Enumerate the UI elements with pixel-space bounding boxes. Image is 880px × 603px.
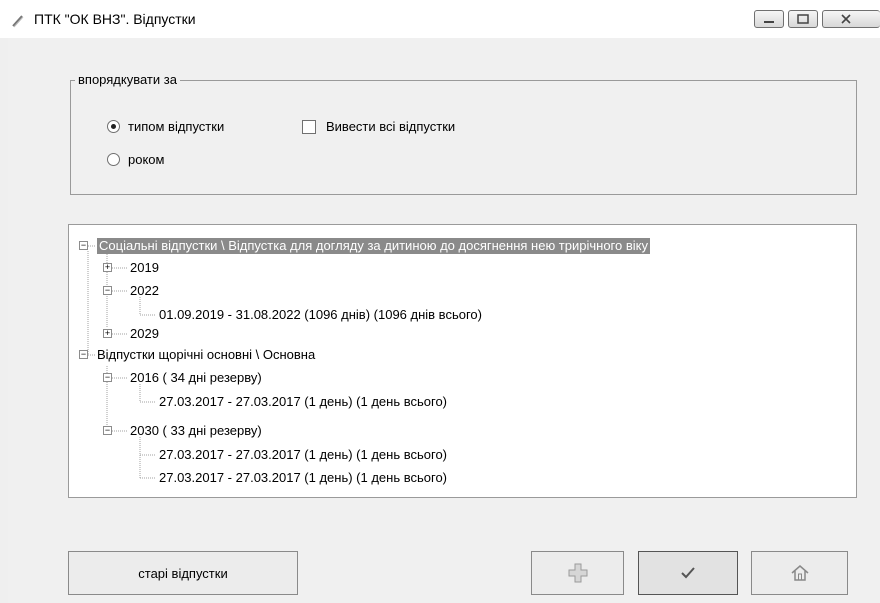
maximize-button[interactable] — [788, 10, 818, 28]
close-icon — [841, 14, 851, 24]
tree-node-year[interactable]: 2029 — [130, 326, 159, 342]
app-icon — [12, 15, 24, 28]
radio-by-type-indicator[interactable] — [107, 120, 120, 133]
home-icon — [791, 565, 808, 581]
tree-node-leave-period[interactable]: 01.09.2019 - 31.08.2022 (1096 днів) (109… — [159, 307, 482, 323]
plus-icon — [568, 563, 587, 583]
show-all-checkbox[interactable]: Вивести всі відпустки — [302, 119, 455, 134]
ok-button[interactable] — [638, 551, 738, 595]
tree-collapse-toggle[interactable]: − — [79, 241, 88, 250]
radio-by-type[interactable]: типом відпустки — [107, 119, 224, 134]
close-button[interactable] — [822, 10, 880, 28]
add-button[interactable] — [531, 551, 624, 595]
home-button[interactable] — [751, 551, 848, 595]
tree-collapse-toggle[interactable]: − — [103, 426, 112, 435]
tree-node-year[interactable]: 2022 — [130, 283, 159, 299]
radio-by-year-indicator[interactable] — [107, 153, 120, 166]
app-window: ПТК "ОК ВНЗ". Відпустки впорядкувати за … — [0, 0, 880, 603]
radio-by-year-label: роком — [128, 152, 165, 167]
show-all-label: Вивести всі відпустки — [326, 119, 456, 134]
checkmark-icon — [681, 567, 695, 579]
tree-expand-toggle[interactable]: + — [103, 263, 112, 272]
radio-by-year[interactable]: роком — [107, 152, 164, 167]
tree-collapse-toggle[interactable]: − — [103, 286, 112, 295]
tree-node-leave-period[interactable]: 27.03.2017 - 27.03.2017 (1 день) (1 день… — [159, 470, 447, 486]
old-leaves-button[interactable]: старі відпустки — [68, 551, 298, 595]
tree-node-annual-leaves[interactable]: Відпустки щорічні основні \ Основна — [97, 347, 315, 363]
radio-by-type-label: типом відпустки — [128, 119, 225, 134]
old-leaves-button-label: старі відпустки — [138, 565, 228, 581]
window-title: ПТК "ОК ВНЗ". Відпустки — [34, 11, 196, 27]
minimize-button[interactable] — [754, 10, 784, 28]
tree-node-year[interactable]: 2019 — [130, 260, 159, 276]
tree-node-social-leaves[interactable]: Соціальні відпустки \ Відпустка для догл… — [97, 238, 650, 254]
tree-node-leave-period[interactable]: 27.03.2017 - 27.03.2017 (1 день) (1 день… — [159, 394, 447, 410]
maximize-icon — [797, 14, 809, 24]
tree-expand-toggle[interactable]: + — [103, 329, 112, 338]
title-bar: ПТК "ОК ВНЗ". Відпустки — [0, 0, 880, 38]
tree-collapse-toggle[interactable]: − — [79, 350, 88, 359]
client-area: впорядкувати за типом відпустки роком Ви… — [8, 38, 880, 603]
sort-group-legend: впорядкувати за — [75, 72, 180, 87]
tree-node-year[interactable]: 2030 ( 33 дні резерву) — [130, 423, 262, 439]
tree-node-leave-period[interactable]: 27.03.2017 - 27.03.2017 (1 день) (1 день… — [159, 447, 447, 463]
sort-groupbox: впорядкувати за типом відпустки роком Ви… — [70, 72, 857, 195]
minimize-icon — [764, 21, 774, 23]
leave-tree[interactable]: − Соціальні відпустки \ Відпустка для до… — [68, 224, 857, 498]
show-all-checkbox-box[interactable] — [302, 119, 316, 134]
tree-node-year[interactable]: 2016 ( 34 дні резерву) — [130, 370, 262, 386]
tree-collapse-toggle[interactable]: − — [103, 373, 112, 382]
